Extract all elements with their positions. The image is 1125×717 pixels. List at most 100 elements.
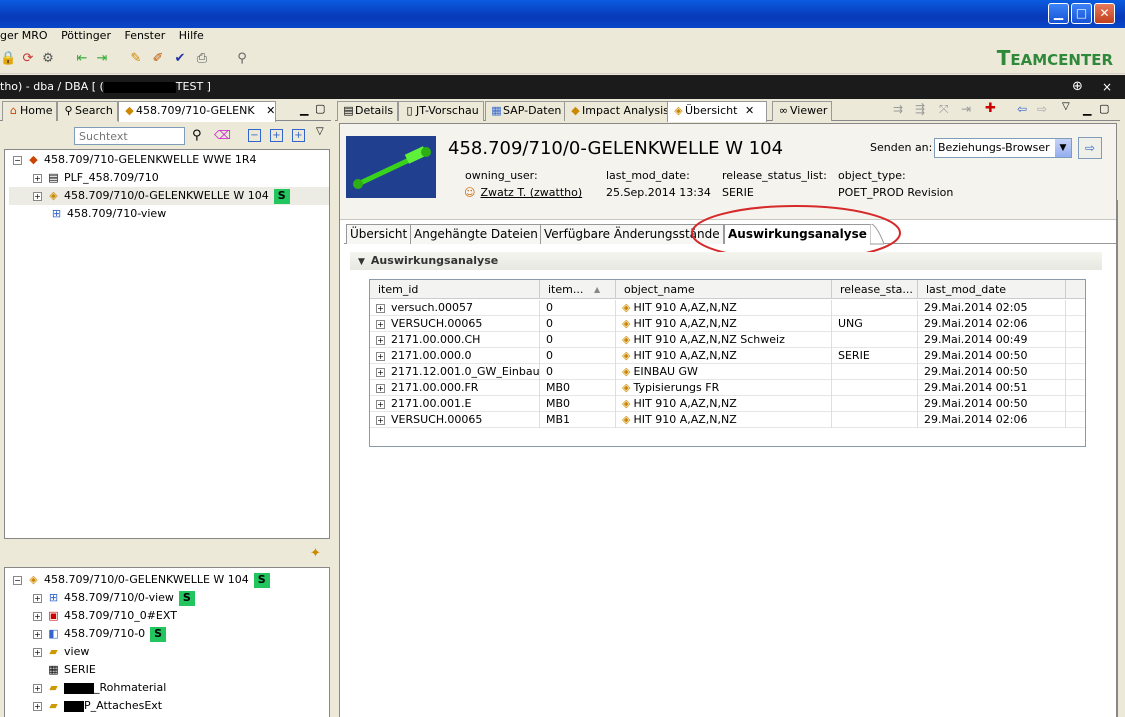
table-row[interactable]: +2171.00.001.E MB0 ◈ HIT 910 A,AZ,N,NZ 29.Ma… [370,396,1085,412]
tree-node-selected[interactable]: + ◈ 458.709/710/0-GELENKWELLE W 104 S [9,187,329,205]
tab-viewer[interactable]: ∞ Viewer [772,101,833,121]
tree-node[interactable]: ▦ SERIE [46,661,95,679]
expand-row-icon[interactable]: + [376,383,385,393]
tree-node[interactable]: + ▤ PLF_458.709/710 [33,169,159,187]
window-titlebar: ▁ □ ✕ [0,0,1125,28]
tab-close-icon[interactable]: ✕ [266,104,275,117]
back-icon[interactable]: ⇦ [1017,102,1027,116]
forward-icon[interactable]: ⇨ [1037,102,1047,116]
expand-row-icon[interactable]: + [376,335,385,345]
collapse-icon[interactable]: − [248,129,261,142]
globe-icon[interactable]: ⊕ [1072,75,1083,99]
cell-text: 29.Mai.2014 00:50 [924,349,1028,362]
tab-jt-vorschau[interactable]: ▯ JT-Vorschau [398,101,484,121]
tab-sap-daten[interactable]: ▦SAP-Daten [485,101,567,121]
table-cell: +2171.12.001.0_GW_Einbau [370,364,540,380]
table-row[interactable]: + versuch.00057 0 ◈ HIT 910 A,AZ,N,NZ 29.Mai.… [370,300,1085,316]
tab-curve [870,224,884,245]
minimize-view-icon[interactable]: ▁ [300,103,308,116]
find-icon[interactable]: ⚲ [192,128,202,143]
expand-row-icon[interactable]: + [376,319,385,329]
insert-icon[interactable]: ⇥ [94,51,110,67]
tree-node[interactable]: + ▰ _Rohmaterial [33,679,166,697]
section-header[interactable]: ▼ Auswirkungsanalyse [350,252,1102,270]
expand-row-icon[interactable]: + [376,415,385,425]
action-icon[interactable]: ⤧ [939,102,949,117]
tree-node[interactable]: + ▰ P_AttachesExt [33,697,162,715]
tree-node[interactable]: − ◈ 458.709/710/0-GELENKWELLE W 104 S [13,571,270,589]
tab-home[interactable]: ⌂ Home [2,101,58,121]
status-close-icon[interactable]: × [1102,75,1112,99]
checkin-icon[interactable]: ✔ [172,51,188,67]
section-collapse-icon[interactable]: ▼ [358,257,365,267]
expand-icon[interactable]: + [270,129,283,142]
owning-user-link[interactable]: ☺ Zwatz T. (zwattho) [464,186,582,199]
tab-search[interactable]: ⚲ Search [57,101,118,121]
close-window-button[interactable]: ✕ [1094,3,1115,24]
action-icon[interactable]: ⇉ [893,102,903,116]
table-cell: 0 [540,316,616,332]
pencil-icon[interactable]: ✎ [128,51,144,67]
view-menu-icon[interactable]: ▽ [316,126,324,137]
subtab-uebersicht[interactable]: Übersicht [346,224,412,244]
table-row[interactable]: +2171.00.000.CH 0 ◈ HIT 910 A,AZ,N,NZ Schwe… [370,332,1085,348]
column-header[interactable]: release_sta... [832,280,918,299]
maximize-button[interactable]: □ [1071,3,1092,24]
menu-mro[interactable]: ger MRO [0,28,53,42]
tab-close-icon[interactable]: ✕ [745,104,754,117]
move-icon[interactable]: ⇤ [74,51,90,67]
table-row[interactable]: + VERSUCH.00065 0 ◈ HIT 910 A,AZ,N,NZ UNG 29.M… [370,316,1085,332]
subtab-verfuegbare-aenderungsstaende[interactable]: Verfügbare Änderungsstände [540,224,724,244]
expand-all-icon[interactable]: + [292,129,305,142]
action-icon[interactable]: ⇥ [961,102,971,116]
refresh-icon[interactable]: ⟳ [20,51,36,67]
tree-node[interactable]: ⊞ 458.709/710-view [49,205,166,223]
lock-icon[interactable]: 🔒 [0,51,16,67]
tools-icon[interactable]: ⚙ [40,51,56,67]
column-header[interactable]: last_mod_date [918,280,1066,299]
tree-node[interactable]: − ◆ 458.709/710-GELENKWELLE WWE 1R4 [13,151,257,169]
table-row[interactable]: + VERSUCH.00065 MB1 ◈ HIT 910 A,AZ,N,NZ 29.Ma… [370,412,1085,428]
pin-icon[interactable]: ✦ [310,546,321,561]
send-button[interactable]: ⇨ [1078,137,1102,159]
search-input[interactable] [74,127,185,145]
expand-row-icon[interactable]: + [376,399,385,409]
tree-node[interactable]: + ◧ 458.709/710-0 S [33,625,167,643]
tree-node[interactable]: + ▣ 458.709/710_0#EXT [33,607,177,625]
tab-item[interactable]: ◆ 458.709/710-GELENK ✕ [118,101,276,122]
menu-poettinger[interactable]: Pöttinger [56,28,116,42]
tree-node[interactable]: + ⊞ 458.709/710/0-view S [33,589,195,607]
chevron-down-icon[interactable]: ▼ [1055,139,1071,157]
menu-hilfe[interactable]: Hilfe [174,28,209,42]
view-menu-icon[interactable]: ▽ [1062,101,1070,112]
minimize-view-icon[interactable]: ▁ [1083,103,1091,116]
expand-row-icon[interactable]: + [376,367,385,377]
print-icon[interactable]: ⎙ [194,51,210,67]
column-header[interactable]: object_name [616,280,832,299]
tab-impact-analysis[interactable]: ◆ Impact Analysis [564,101,674,121]
clear-icon[interactable]: ⌫ [214,128,231,142]
tab-details[interactable]: ▤Details [337,101,399,121]
maximize-view-icon[interactable]: ▢ [1099,102,1109,115]
column-header[interactable]: item_id [370,280,540,299]
tab-uebersicht[interactable]: ◈ Übersicht ✕ [667,101,767,122]
expand-row-icon[interactable]: + [376,303,385,313]
subtab-angehaengte-dateien[interactable]: Angehängte Dateien [410,224,542,244]
action-icon[interactable]: ⇶ [915,102,925,116]
send-to-select[interactable]: Beziehungs-Browser ▼ [934,138,1072,158]
release-status-value: SERIE [722,186,754,199]
table-row[interactable]: +2171.00.000.FR MB0 ◈ Typisierungs FR 29.Mai… [370,380,1085,396]
column-header[interactable]: item... ▲ [540,280,616,299]
minimize-button[interactable]: ▁ [1048,3,1069,24]
pin-icon[interactable]: ✚ [985,101,996,116]
maximize-view-icon[interactable]: ▢ [315,102,325,115]
expand-row-icon[interactable]: + [376,351,385,361]
table-row[interactable]: +2171.12.001.0_GW_Einbau 0 ◈ EINBAU GW 29.Ma… [370,364,1085,380]
zoom-icon[interactable]: ⚲ [234,51,250,67]
tree-node[interactable]: + ▰ view [33,643,89,661]
subtab-auswirkungsanalyse[interactable]: Auswirkungsanalyse [724,224,870,244]
release-status-label: release_status_list: [722,169,827,182]
edit-icon[interactable]: ✐ [150,51,166,67]
menu-fenster[interactable]: Fenster [119,28,170,42]
table-row[interactable]: +2171.00.000.0 0 ◈ HIT 910 A,AZ,N,NZ SERIE 29… [370,348,1085,364]
